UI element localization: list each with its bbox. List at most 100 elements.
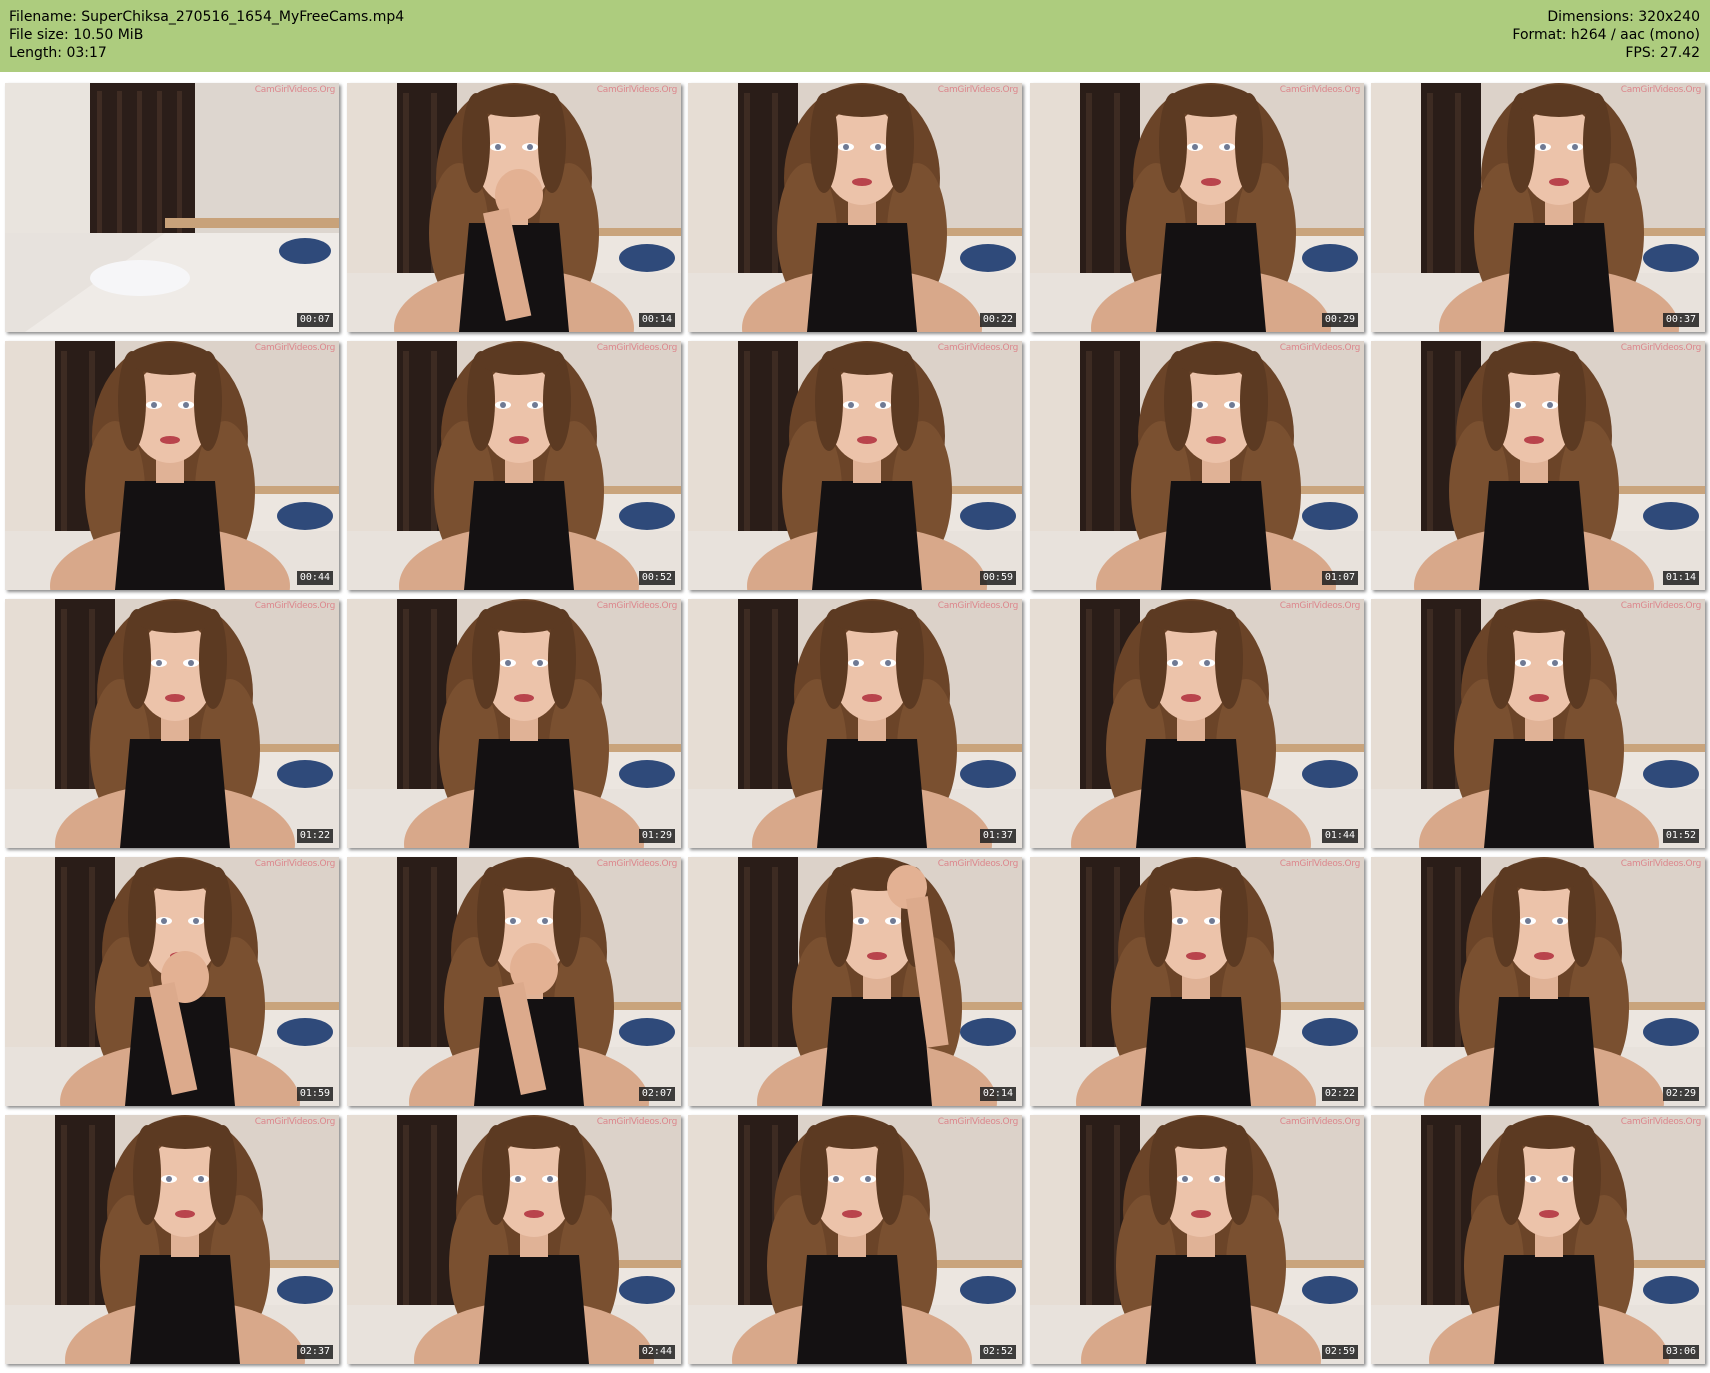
timestamp-label: 00:22: [979, 313, 1016, 327]
thumbnail-image: [688, 341, 1022, 590]
thumbnail-frame: CamGirlVideos.Org 00:44: [5, 341, 339, 590]
thumbnail-image: [5, 857, 339, 1106]
thumbnail-frame: CamGirlVideos.Org 03:06: [1371, 1115, 1705, 1364]
watermark-text: CamGirlVideos.Org: [596, 1117, 678, 1127]
watermark-text: CamGirlVideos.Org: [254, 859, 336, 869]
timestamp-label: 02:07: [638, 1087, 675, 1101]
watermark-text: CamGirlVideos.Org: [937, 601, 1019, 611]
timestamp-label: 01:44: [1321, 829, 1358, 843]
thumbnail-image: [5, 1115, 339, 1364]
thumbnail-image: [1371, 83, 1705, 332]
length-line: Length: 03:17: [9, 45, 107, 61]
watermark-text: CamGirlVideos.Org: [1279, 85, 1361, 95]
thumbnail-frame: CamGirlVideos.Org 00:52: [347, 341, 681, 590]
thumbnail-image: [1030, 599, 1364, 848]
stream-info: Dimensions: 320x240 Format: h264 / aac (…: [1512, 8, 1700, 62]
thumbnail-frame: CamGirlVideos.Org 00:22: [688, 83, 1022, 332]
thumbnail-image: [347, 599, 681, 848]
watermark-text: CamGirlVideos.Org: [254, 1117, 336, 1127]
thumbnail-image: [1371, 599, 1705, 848]
fps-line: FPS: 27.42: [1625, 45, 1700, 61]
timestamp-label: 02:37: [296, 1345, 333, 1359]
thumbnail-image: [347, 341, 681, 590]
timestamp-label: 01:37: [979, 829, 1016, 843]
thumbnail-image: [688, 857, 1022, 1106]
timestamp-label: 01:14: [1662, 571, 1699, 585]
thumbnail-frame: CamGirlVideos.Org 00:14: [347, 83, 681, 332]
thumbnail-image: [688, 599, 1022, 848]
thumbnail-image: [688, 1115, 1022, 1364]
thumbnail-frame: CamGirlVideos.Org 01:44: [1030, 599, 1364, 848]
watermark-text: CamGirlVideos.Org: [596, 85, 678, 95]
thumbnail-image: [5, 83, 339, 332]
thumbnail-frame: CamGirlVideos.Org 01:14: [1371, 341, 1705, 590]
thumbnail-frame: CamGirlVideos.Org 02:52: [688, 1115, 1022, 1364]
thumbnail-image: [1030, 341, 1364, 590]
thumbnail-frame: CamGirlVideos.Org 01:37: [688, 599, 1022, 848]
filesize-line: File size: 10.50 MiB: [9, 27, 144, 43]
watermark-text: CamGirlVideos.Org: [254, 85, 336, 95]
watermark-text: CamGirlVideos.Org: [1279, 343, 1361, 353]
watermark-text: CamGirlVideos.Org: [1620, 343, 1702, 353]
watermark-text: CamGirlVideos.Org: [254, 343, 336, 353]
watermark-text: CamGirlVideos.Org: [937, 85, 1019, 95]
filename-line: Filename: SuperChiksa_270516_1654_MyFree…: [9, 9, 405, 25]
thumbnail-image: [1030, 83, 1364, 332]
watermark-text: CamGirlVideos.Org: [1620, 859, 1702, 869]
timestamp-label: 01:22: [296, 829, 333, 843]
thumbnail-frame: CamGirlVideos.Org 01:59: [5, 857, 339, 1106]
timestamp-label: 01:29: [638, 829, 675, 843]
thumbnail-frame: CamGirlVideos.Org 00:37: [1371, 83, 1705, 332]
thumbnail-frame: CamGirlVideos.Org 02:22: [1030, 857, 1364, 1106]
thumbnail-frame: CamGirlVideos.Org 01:52: [1371, 599, 1705, 848]
thumbnail-image: [5, 599, 339, 848]
timestamp-label: 02:29: [1662, 1087, 1699, 1101]
timestamp-label: 02:52: [979, 1345, 1016, 1359]
thumbnail-frame: CamGirlVideos.Org 01:07: [1030, 341, 1364, 590]
timestamp-label: 02:22: [1321, 1087, 1358, 1101]
watermark-text: CamGirlVideos.Org: [1279, 859, 1361, 869]
thumbnail-grid: CamGirlVideos.Org 00:07 CamGirlVideos.Org 0…: [0, 72, 1710, 1373]
thumbnail-frame: CamGirlVideos.Org 02:07: [347, 857, 681, 1106]
thumbnail-frame: CamGirlVideos.Org 01:22: [5, 599, 339, 848]
timestamp-label: 01:52: [1662, 829, 1699, 843]
watermark-text: CamGirlVideos.Org: [1279, 601, 1361, 611]
timestamp-label: 02:44: [638, 1345, 675, 1359]
thumbnail-frame: CamGirlVideos.Org 00:59: [688, 341, 1022, 590]
thumbnail-image: [1030, 1115, 1364, 1364]
thumbnail-frame: CamGirlVideos.Org 02:59: [1030, 1115, 1364, 1364]
timestamp-label: 01:07: [1321, 571, 1358, 585]
thumbnail-image: [5, 341, 339, 590]
timestamp-label: 00:59: [979, 571, 1016, 585]
dimensions-line: Dimensions: 320x240: [1547, 9, 1700, 25]
timestamp-label: 03:06: [1662, 1345, 1699, 1359]
thumbnail-image: [1371, 857, 1705, 1106]
watermark-text: CamGirlVideos.Org: [937, 343, 1019, 353]
timestamp-label: 01:59: [296, 1087, 333, 1101]
thumbnail-frame: CamGirlVideos.Org 00:29: [1030, 83, 1364, 332]
watermark-text: CamGirlVideos.Org: [1620, 601, 1702, 611]
thumbnail-frame: CamGirlVideos.Org 01:29: [347, 599, 681, 848]
thumbnail-frame: CamGirlVideos.Org 00:07: [5, 83, 339, 332]
watermark-text: CamGirlVideos.Org: [596, 343, 678, 353]
timestamp-label: 00:29: [1321, 313, 1358, 327]
watermark-text: CamGirlVideos.Org: [596, 859, 678, 869]
thumbnail-frame: CamGirlVideos.Org 02:29: [1371, 857, 1705, 1106]
thumbnail-image: [1030, 857, 1364, 1106]
timestamp-label: 00:14: [638, 313, 675, 327]
watermark-text: CamGirlVideos.Org: [937, 859, 1019, 869]
timestamp-label: 02:14: [979, 1087, 1016, 1101]
thumbnail-image: [347, 1115, 681, 1364]
thumbnail-image: [688, 83, 1022, 332]
timestamp-label: 00:07: [296, 313, 333, 327]
format-line: Format: h264 / aac (mono): [1512, 27, 1700, 43]
timestamp-label: 00:52: [638, 571, 675, 585]
watermark-text: CamGirlVideos.Org: [1279, 1117, 1361, 1127]
watermark-text: CamGirlVideos.Org: [1620, 1117, 1702, 1127]
file-info: Filename: SuperChiksa_270516_1654_MyFree…: [9, 8, 404, 62]
watermark-text: CamGirlVideos.Org: [596, 601, 678, 611]
timestamp-label: 00:37: [1662, 313, 1699, 327]
timestamp-label: 00:44: [296, 571, 333, 585]
timestamp-label: 02:59: [1321, 1345, 1358, 1359]
watermark-text: CamGirlVideos.Org: [937, 1117, 1019, 1127]
